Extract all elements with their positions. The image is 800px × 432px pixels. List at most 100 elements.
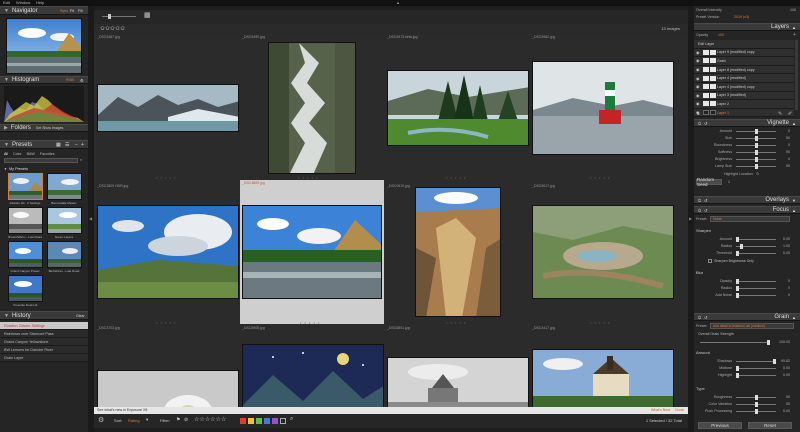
thumb-rating-dots[interactable]: • • • • • bbox=[156, 175, 176, 180]
slider-knob[interactable] bbox=[755, 129, 758, 134]
layers-add-icon[interactable]: + bbox=[793, 32, 796, 38]
slider-track[interactable] bbox=[736, 359, 776, 364]
presets-remove-icon[interactable]: − bbox=[75, 142, 78, 148]
slider-value[interactable]: 0 bbox=[788, 286, 790, 290]
thumb-rating-dots[interactable]: • • • • • bbox=[446, 175, 466, 180]
layers-header[interactable]: Layers ▲ bbox=[694, 23, 800, 31]
slider-value[interactable]: 0.00 bbox=[783, 366, 790, 370]
grain-preset-dropdown[interactable]: Add detail to finished Lab (medium) bbox=[710, 323, 794, 329]
layer-row[interactable]: ◉ Layer 2 bbox=[694, 100, 794, 109]
navigator-header[interactable]: ▼ Navigator Sync Fit Fill bbox=[0, 6, 88, 15]
slider-track[interactable] bbox=[736, 164, 776, 169]
sharpen-row[interactable]: Amount 0.00 bbox=[694, 236, 794, 243]
presets-group[interactable]: ▼ My Presets bbox=[4, 166, 28, 172]
folders-action[interactable]: Set Show Images bbox=[36, 126, 63, 130]
sort-direction-icon[interactable]: ▾ bbox=[146, 417, 148, 423]
folders-header[interactable]: ▶ Folders Set Show Images bbox=[0, 124, 88, 132]
color-filter-purple[interactable] bbox=[272, 418, 278, 424]
thumb-canyon[interactable] bbox=[415, 187, 501, 317]
presets-tab-bw[interactable]: B&W bbox=[27, 152, 35, 156]
overall-intensity-value[interactable]: 100 bbox=[790, 8, 796, 12]
thumb-flower[interactable] bbox=[97, 370, 239, 411]
history-item[interactable]: Rainbows over Starmont Pass bbox=[0, 330, 88, 338]
slider-knob[interactable] bbox=[755, 164, 758, 169]
grain-header[interactable]: ⏻ ↺ Grain ▲ bbox=[694, 313, 800, 321]
slider-knob[interactable] bbox=[755, 150, 758, 155]
slider-value[interactable]: 1.00 bbox=[783, 244, 790, 248]
slider-knob[interactable] bbox=[736, 286, 739, 291]
thumb-painting[interactable] bbox=[242, 344, 384, 411]
slider-knob[interactable] bbox=[736, 251, 739, 256]
type-row[interactable]: Push Processing 0.00 bbox=[694, 408, 794, 415]
presets-search-icon[interactable]: ⌕ bbox=[80, 157, 82, 162]
slider-value[interactable]: 95.82 bbox=[781, 359, 790, 363]
history-item[interactable]: Rotation Glacier Settings bbox=[0, 322, 88, 330]
vignette-collapse-icon[interactable]: ▲ bbox=[792, 121, 796, 126]
histogram-header[interactable]: ▼ Histogram RGB ⚙ bbox=[0, 76, 88, 84]
slider-knob[interactable] bbox=[755, 157, 758, 162]
thumb-bw[interactable] bbox=[387, 357, 529, 411]
collapse-left-icon[interactable]: ◀ bbox=[89, 216, 92, 221]
layer-row[interactable]: ◉ Grain bbox=[694, 57, 794, 66]
slider-track[interactable] bbox=[736, 150, 776, 155]
presets-tab-color[interactable]: Color bbox=[13, 152, 22, 156]
thumb-river[interactable] bbox=[242, 205, 382, 299]
thumb-glacier[interactable] bbox=[97, 84, 239, 132]
slider-value[interactable]: 50 bbox=[786, 150, 790, 154]
search-icon[interactable]: ⌕ bbox=[290, 416, 293, 423]
slider-knob[interactable] bbox=[773, 359, 776, 364]
slider-knob[interactable] bbox=[740, 244, 743, 249]
presets-search-input[interactable] bbox=[4, 158, 78, 163]
slider-track[interactable] bbox=[736, 286, 776, 291]
slider-value[interactable]: 100.00 bbox=[779, 340, 790, 344]
slider-track[interactable] bbox=[736, 136, 776, 141]
preset-thumb-6[interactable] bbox=[47, 241, 82, 268]
slider-knob[interactable] bbox=[767, 340, 770, 345]
slider-track[interactable] bbox=[736, 402, 776, 407]
slider-value[interactable]: 0 bbox=[788, 129, 790, 133]
thumb-waterfall[interactable] bbox=[268, 42, 356, 174]
presets-header[interactable]: ▼ Presets ▦ ☰ − + bbox=[0, 140, 88, 149]
slider-track[interactable] bbox=[736, 244, 776, 249]
slider-track[interactable] bbox=[700, 340, 770, 345]
overlays-toggle-icon[interactable]: ⏻ bbox=[698, 198, 701, 203]
vignette-reset-icon[interactable]: ↺ bbox=[704, 121, 707, 126]
sharpen-row[interactable]: Radius 1.00 bbox=[694, 243, 794, 250]
focus-toggle-icon[interactable]: ⏻ bbox=[698, 208, 701, 213]
slider-value[interactable]: 0.00 bbox=[783, 409, 790, 413]
slider-value[interactable]: 50 bbox=[786, 395, 790, 399]
nav-sync[interactable]: Sync bbox=[60, 9, 68, 13]
layer-row[interactable]: ◉ Layer 8 (modified) copy bbox=[694, 65, 794, 75]
preset-thumb-4[interactable] bbox=[47, 207, 82, 234]
slider-value[interactable]: 0.00 bbox=[783, 251, 790, 255]
blur-row[interactable]: Radius 0 bbox=[694, 285, 794, 292]
slider-value[interactable]: 0 bbox=[788, 293, 790, 297]
focus-collapse-icon[interactable]: ▲ bbox=[792, 208, 796, 213]
slider-knob[interactable] bbox=[755, 409, 758, 414]
preset-thumb-2[interactable] bbox=[47, 173, 82, 200]
preset-thumb-1[interactable] bbox=[8, 173, 43, 200]
whats-new-link[interactable]: What's New bbox=[651, 408, 670, 412]
vignette-row[interactable]: Amount 0 bbox=[694, 128, 794, 135]
layers-erase-icon[interactable]: ✐ bbox=[788, 111, 792, 117]
grain-toggle-icon[interactable]: ⏻ bbox=[698, 315, 701, 320]
banner-close-link[interactable]: Close bbox=[675, 408, 684, 412]
slider-knob[interactable] bbox=[736, 279, 739, 284]
color-filter-red[interactable] bbox=[240, 418, 246, 424]
sort-dropdown[interactable]: Rating bbox=[128, 418, 140, 423]
slider-value[interactable]: 50 bbox=[786, 164, 790, 168]
layers-brush-icon[interactable]: ✎ bbox=[778, 111, 782, 117]
menu-window[interactable]: Window bbox=[16, 0, 30, 5]
navigator-preview[interactable] bbox=[6, 18, 82, 74]
slider-track[interactable] bbox=[736, 373, 776, 378]
list-view-icon[interactable]: ☰ bbox=[65, 142, 69, 148]
vignette-row[interactable]: Roundness 0 bbox=[694, 142, 794, 149]
history-item[interactable]: Grain Layer bbox=[0, 354, 88, 362]
slider-track[interactable] bbox=[736, 251, 776, 256]
blur-row[interactable]: Add Noise 0 bbox=[694, 292, 794, 299]
random-seed-value[interactable]: 1 bbox=[728, 180, 730, 184]
presets-tab-favorites[interactable]: Favorites bbox=[40, 152, 55, 156]
preset-version-dropdown[interactable]: 2019 (v3) bbox=[734, 15, 749, 19]
histogram-mode[interactable]: RGB bbox=[66, 78, 74, 82]
sharpen-row[interactable]: Threshold 0.00 bbox=[694, 250, 794, 257]
